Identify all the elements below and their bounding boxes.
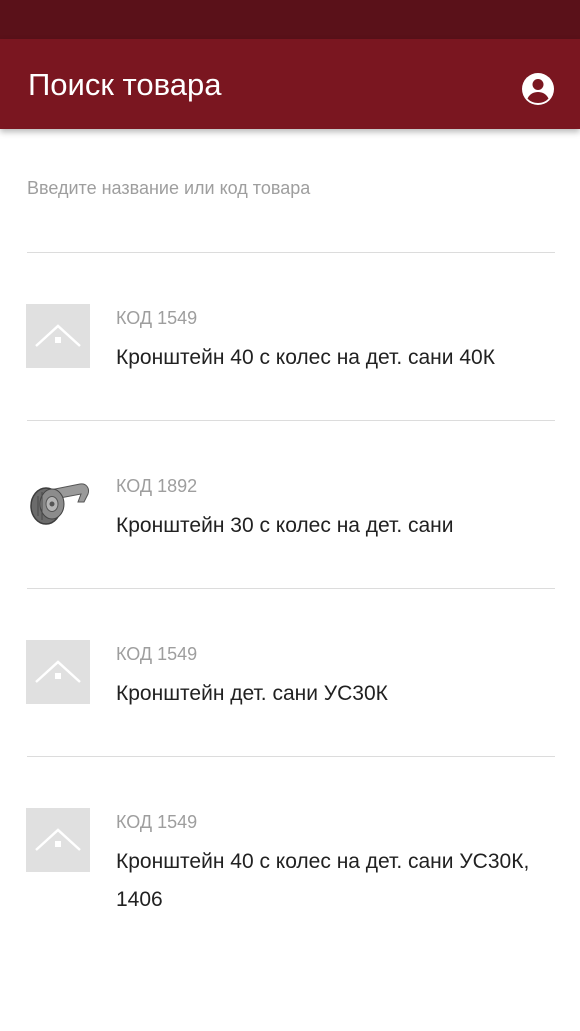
code-value: 1549	[157, 308, 198, 328]
product-name: Кронштейн 40 с колес на дет. сани УС30К,…	[116, 850, 530, 911]
page-title: Поиск товара	[28, 67, 222, 102]
code-value: 1549	[157, 812, 198, 832]
list-item[interactable]: КОД 1549 Кронштейн 40 с колес на дет. са…	[0, 757, 580, 947]
code-label: КОД	[116, 644, 153, 664]
code-value: 1892	[157, 476, 198, 496]
search-field	[27, 160, 555, 253]
list-item[interactable]: КОД 1892 Кронштейн 30 с колес на дет. са…	[0, 421, 580, 589]
search-input[interactable]	[27, 174, 555, 202]
product-code: КОД 1549	[116, 307, 197, 329]
code-label: КОД	[116, 812, 153, 832]
app-bar: Поиск товара	[0, 39, 580, 129]
placeholder-image-icon	[26, 304, 90, 368]
product-name: Кронштейн 30 с колес на дет. сани	[116, 514, 454, 537]
code-value: 1549	[157, 644, 198, 664]
code-label: КОД	[116, 476, 153, 496]
code-label: КОД	[116, 308, 153, 328]
account-circle-icon	[522, 73, 554, 105]
product-name: Кронштейн дет. сани УС30К	[116, 682, 388, 705]
product-code: КОД 1549	[116, 643, 197, 665]
list-item[interactable]: КОД 1549 Кронштейн дет. сани УС30К	[0, 589, 580, 757]
account-button[interactable]	[520, 71, 556, 107]
product-list: КОД 1549 Кронштейн 40 с колес на дет. са…	[0, 253, 580, 947]
placeholder-image-icon	[26, 640, 90, 704]
placeholder-image-icon	[26, 808, 90, 872]
product-name: Кронштейн 40 с колес на дет. сани 40К	[116, 346, 495, 369]
bracket-wheel-photo	[26, 472, 90, 536]
product-code: КОД 1892	[116, 475, 197, 497]
status-bar	[0, 0, 580, 39]
product-code: КОД 1549	[116, 811, 197, 833]
list-item[interactable]: КОД 1549 Кронштейн 40 с колес на дет. са…	[0, 253, 580, 421]
